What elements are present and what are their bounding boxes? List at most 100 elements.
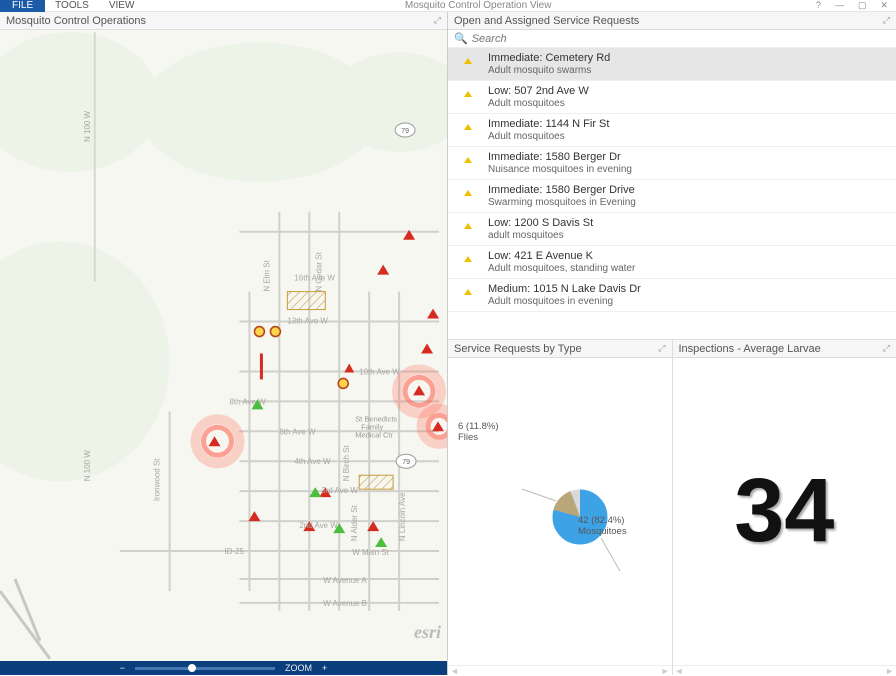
svg-text:N 100 W: N 100 W (83, 450, 92, 481)
svg-text:8th Ave W: 8th Ave W (229, 397, 266, 406)
triangle-icon (464, 190, 472, 196)
map-panel: Mosquito Control Operations ⤢ (0, 12, 448, 675)
svg-text:W Main St: W Main St (352, 548, 390, 557)
svg-text:13th Ave W: 13th Ave W (287, 317, 328, 326)
svg-text:4th Ave W: 4th Ave W (294, 457, 331, 466)
pie-panel: Service Requests by Type ⤢ (448, 340, 673, 675)
map-panel-title: Mosquito Control Operations (6, 15, 146, 27)
pie-nav: ◄ ► (448, 665, 672, 675)
svg-text:W Avenue A: W Avenue A (323, 576, 367, 585)
pie-panel-header: Service Requests by Type ⤢ (448, 340, 672, 358)
menu-tools[interactable]: TOOLS (45, 0, 99, 12)
next-icon[interactable]: ► (885, 666, 894, 676)
triangle-icon (464, 124, 472, 130)
requests-title: Open and Assigned Service Requests (454, 15, 639, 27)
list-item[interactable]: Immediate: Cemetery Rd Adult mosquito sw… (448, 48, 896, 81)
request-list[interactable]: Immediate: Cemetery Rd Adult mosquito sw… (448, 48, 896, 339)
request-sub: Adult mosquitoes in evening (488, 296, 641, 307)
triangle-icon (464, 58, 472, 64)
larvae-panel-header: Inspections - Average Larvae ⤢ (673, 340, 896, 358)
request-title: Immediate: 1144 N Fir St (488, 118, 609, 130)
help-button[interactable]: ? (812, 0, 825, 11)
request-title: Low: 421 E Avenue K (488, 250, 635, 262)
list-item[interactable]: Immediate: 1580 Berger Dr Nuisance mosqu… (448, 147, 896, 180)
larvae-title: Inspections - Average Larvae (679, 343, 821, 355)
larvae-nav: ◄ ► (673, 665, 896, 675)
map-panel-header: Mosquito Control Operations ⤢ (0, 12, 447, 30)
request-sub: Adult mosquitoes, standing water (488, 263, 635, 274)
svg-text:N Lincoln Ave: N Lincoln Ave (398, 492, 407, 541)
list-item[interactable]: Immediate: 1580 Berger Drive Swarming mo… (448, 180, 896, 213)
requests-panel-header: Open and Assigned Service Requests ⤢ (448, 12, 896, 30)
request-sub: Adult mosquitoes (488, 131, 609, 142)
request-title: Low: 1200 S Davis St (488, 217, 593, 229)
request-title: Medium: 1015 N Lake Davis Dr (488, 283, 641, 295)
svg-text:N 100 W: N 100 W (83, 110, 92, 141)
requests-panel: Open and Assigned Service Requests ⤢ 🔍 I… (448, 12, 896, 340)
map-zoom-bar[interactable]: − ZOOM + (0, 661, 447, 675)
menu-bar: FILE TOOLS VIEW (0, 0, 144, 12)
zoom-out-icon[interactable]: − (120, 663, 125, 673)
triangle-icon (464, 223, 472, 229)
zoom-in-icon[interactable]: + (322, 663, 327, 673)
list-item[interactable]: Low: 507 2nd Ave W Adult mosquitoes (448, 81, 896, 114)
larvae-value: 34 (734, 460, 834, 563)
pie-content: 6 (11.8%) Flies 42 (82.4%) Mosquitoes (448, 358, 672, 665)
search-input[interactable] (472, 33, 890, 45)
svg-text:N Alder St: N Alder St (350, 504, 359, 541)
titlebar: FILE TOOLS VIEW Mosquito Control Operati… (0, 0, 896, 12)
svg-text:79: 79 (401, 128, 409, 135)
next-icon[interactable]: ► (661, 666, 670, 676)
search-row: 🔍 (448, 30, 896, 48)
svg-text:N Elm St: N Elm St (262, 259, 271, 291)
svg-text:N Birch St: N Birch St (342, 445, 351, 482)
svg-text:2nd Ave W: 2nd Ave W (299, 521, 338, 530)
list-item[interactable]: Low: 421 E Avenue K Adult mosquitoes, st… (448, 246, 896, 279)
triangle-icon (464, 256, 472, 262)
right-column: Open and Assigned Service Requests ⤢ 🔍 I… (448, 12, 896, 675)
map-canvas[interactable]: 16th Ave W 13th Ave W 10th Ave W 8th Ave… (0, 30, 447, 661)
request-sub: Adult mosquito swarms (488, 65, 610, 76)
request-title: Low: 507 2nd Ave W (488, 85, 589, 97)
app-title: Mosquito Control Operation View (144, 0, 812, 11)
list-item[interactable]: Low: 1200 S Davis St adult mosquitoes (448, 213, 896, 246)
minimize-button[interactable]: — (831, 0, 848, 11)
request-title: Immediate: 1580 Berger Dr (488, 151, 632, 163)
triangle-icon (464, 91, 472, 97)
prev-icon[interactable]: ◄ (450, 666, 459, 676)
list-item[interactable]: Immediate: 1144 N Fir St Adult mosquitoe… (448, 114, 896, 147)
svg-text:6th Ave W: 6th Ave W (279, 427, 316, 436)
popout-icon[interactable]: ⤢ (883, 343, 890, 354)
larvae-content: 34 (673, 358, 896, 665)
bottom-panels: Service Requests by Type ⤢ (448, 340, 896, 675)
triangle-icon (464, 157, 472, 163)
prev-icon[interactable]: ◄ (675, 666, 684, 676)
popout-icon[interactable]: ⤢ (434, 15, 441, 26)
pie-title: Service Requests by Type (454, 343, 582, 355)
window-controls: ? — ▢ ✕ (812, 0, 896, 11)
close-button[interactable]: ✕ (876, 0, 892, 11)
svg-text:3rd Ave W: 3rd Ave W (321, 486, 358, 495)
zoom-slider[interactable] (135, 667, 275, 670)
maximize-button[interactable]: ▢ (854, 0, 871, 11)
request-sub: adult mosquitoes (488, 230, 593, 241)
request-title: Immediate: Cemetery Rd (488, 52, 610, 64)
pie-chart (475, 412, 645, 612)
request-sub: Swarming mosquitoes in Evening (488, 197, 636, 208)
main-area: Mosquito Control Operations ⤢ (0, 12, 896, 675)
zoom-label: ZOOM (285, 663, 312, 673)
svg-text:79: 79 (402, 459, 410, 466)
svg-text:Ironwood St: Ironwood St (153, 458, 162, 501)
popout-icon[interactable]: ⤢ (658, 343, 665, 354)
map-svg: 16th Ave W 13th Ave W 10th Ave W 8th Ave… (0, 30, 447, 661)
request-sub: Nuisance mosquitoes in evening (488, 164, 632, 175)
esri-attribution: esri (414, 622, 441, 643)
menu-view[interactable]: VIEW (99, 0, 145, 12)
pie-label-mosquitoes: 42 (82.4%) Mosquitoes (578, 516, 627, 538)
request-sub: Adult mosquitoes (488, 98, 589, 109)
popout-icon[interactable]: ⤢ (883, 15, 890, 26)
larvae-panel: Inspections - Average Larvae ⤢ 34 ◄ ► (673, 340, 896, 675)
menu-file[interactable]: FILE (0, 0, 45, 12)
list-item[interactable]: Medium: 1015 N Lake Davis Dr Adult mosqu… (448, 279, 896, 312)
pie-label-flies: 6 (11.8%) Flies (458, 422, 498, 444)
